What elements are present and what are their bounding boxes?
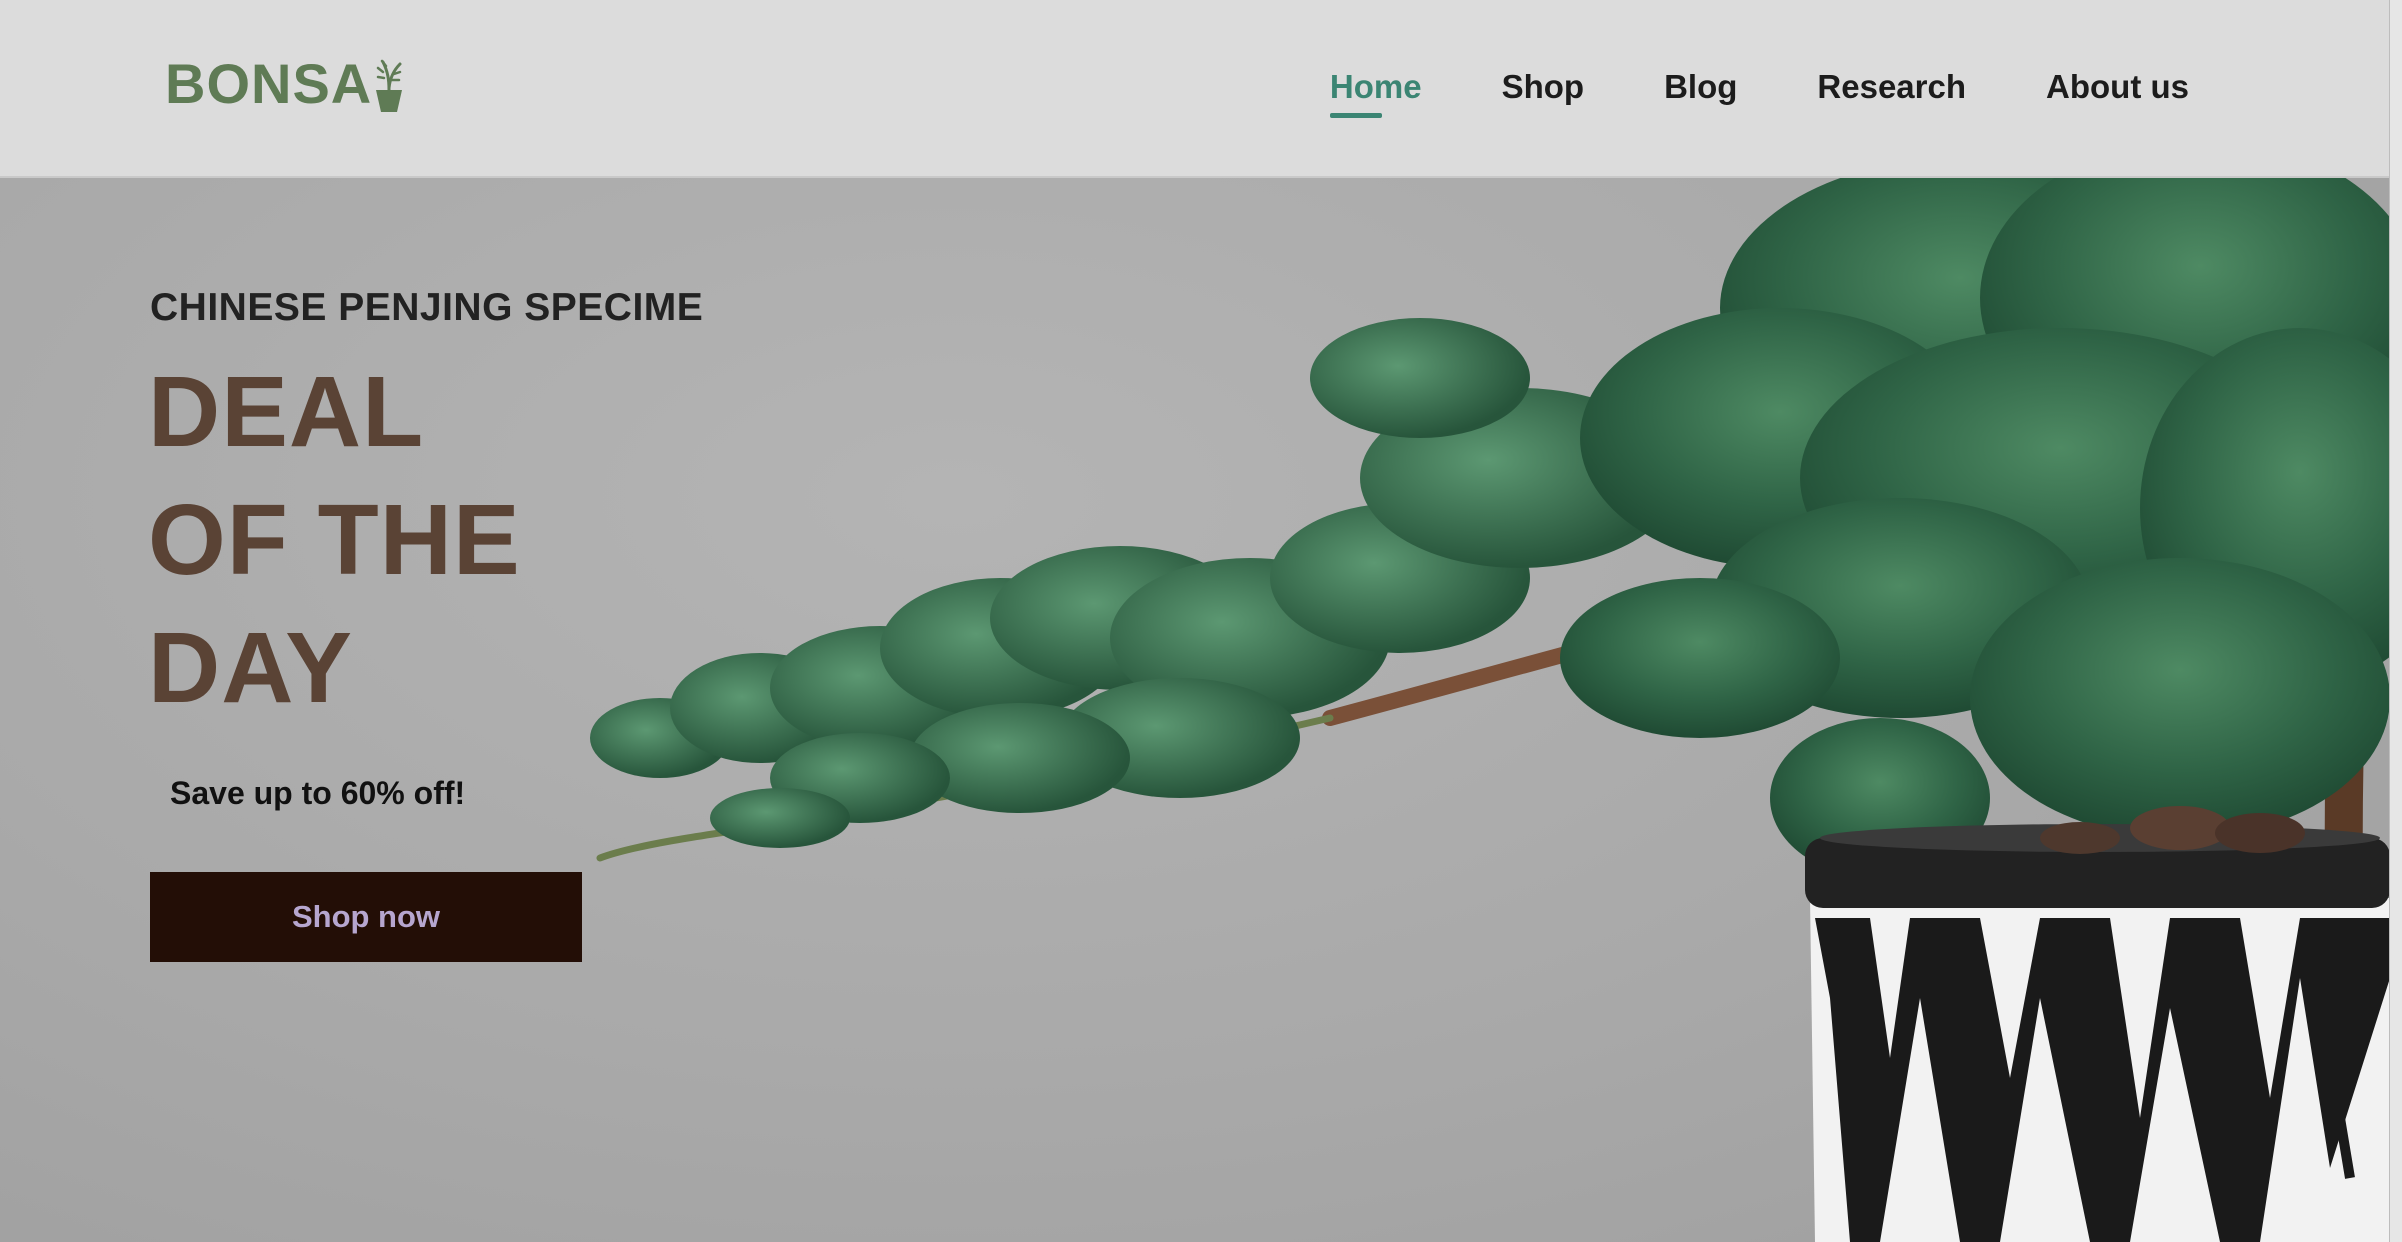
nav-item-label: Blog xyxy=(1664,68,1738,105)
landing-page: BONSA Home Shop Blog Research About us C… xyxy=(0,0,2402,1242)
hero-banner: CHINESE PENJING SPECIME DEAL OF THE DAY … xyxy=(0,178,2390,1242)
promo-text: Save up to 60% off! xyxy=(170,775,466,811)
shop-now-button[interactable]: Shop now xyxy=(150,872,582,962)
nav-item-home[interactable]: Home xyxy=(1329,62,1422,118)
nav-item-label: About us xyxy=(2046,68,2189,105)
potted-plant-icon xyxy=(376,59,403,112)
nav-item-shop[interactable]: Shop xyxy=(1502,62,1584,112)
hero-eyebrow: CHINESE PENJING SPECIME xyxy=(150,286,704,329)
headline-line-2: OF THE xyxy=(148,484,521,596)
headline-line-1: DEAL xyxy=(148,356,425,468)
active-nav-indicator xyxy=(1329,113,1382,118)
site-header: BONSA Home Shop Blog Research About us xyxy=(0,0,2390,178)
window-right-edge xyxy=(2389,0,2402,1242)
brand-logo[interactable]: BONSA xyxy=(165,56,404,112)
patterned-pot xyxy=(1805,806,2390,1242)
nav-item-about-us[interactable]: About us xyxy=(2046,62,2189,112)
foliage-left-branch xyxy=(590,318,1680,848)
hero-headline: DEAL OF THE DAY xyxy=(148,348,521,732)
nav-item-label: Home xyxy=(1329,68,1422,105)
nav-item-research[interactable]: Research xyxy=(1817,62,1966,112)
nav-item-label: Research xyxy=(1817,68,1967,105)
main-nav: Home Shop Blog Research About us xyxy=(1250,62,2189,118)
nav-item-blog[interactable]: Blog xyxy=(1664,62,1737,112)
headline-line-3: DAY xyxy=(148,612,353,724)
nav-item-label: Shop xyxy=(1501,68,1585,105)
brand-logo-text: BONSA xyxy=(165,52,373,115)
